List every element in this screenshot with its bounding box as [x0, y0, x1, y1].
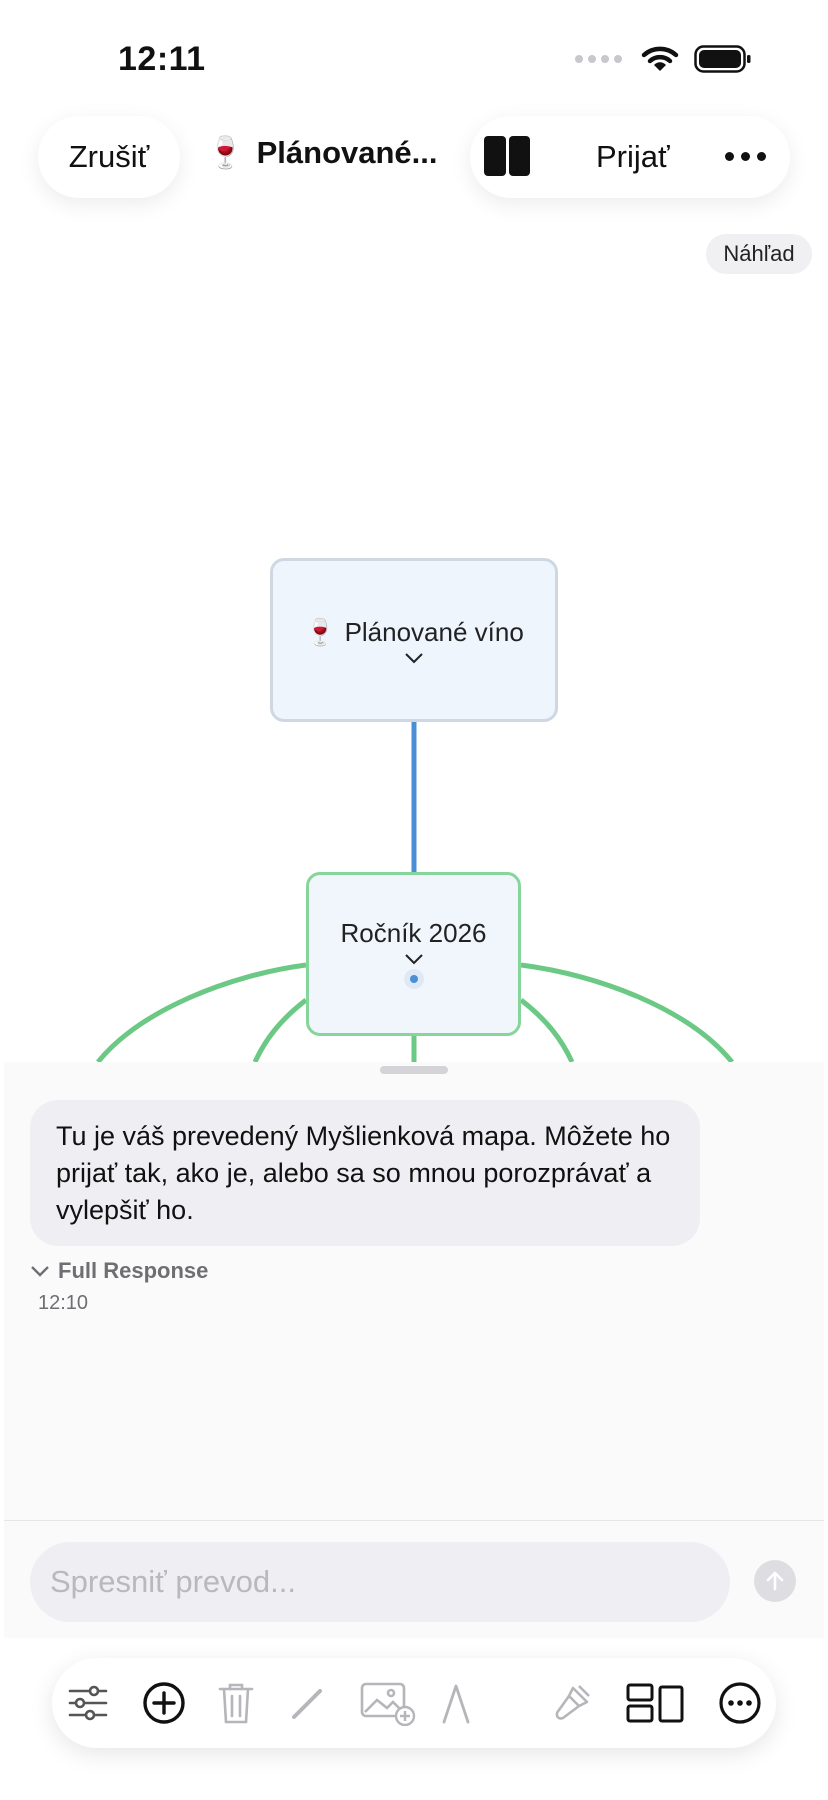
cellular-signal-icon [575, 55, 622, 63]
connection-dot-icon[interactable] [402, 967, 426, 991]
mindmap-node-child[interactable]: Ročník 2026 [306, 872, 521, 1036]
full-response-toggle[interactable]: Full Response [30, 1258, 208, 1284]
chevron-down-icon [31, 1266, 49, 1277]
more-options-icon[interactable] [725, 152, 766, 161]
text-style-icon[interactable] [430, 1678, 482, 1728]
status-time: 12:11 [118, 40, 206, 78]
chevron-down-icon[interactable] [404, 953, 424, 965]
layout-icon[interactable] [624, 1678, 688, 1728]
pencil-icon[interactable] [282, 1678, 334, 1728]
bottom-toolbar [52, 1658, 776, 1748]
document-title[interactable]: 🍷 Plánované... [206, 134, 438, 171]
sheet-grabber-handle[interactable] [380, 1066, 448, 1074]
root-node-label-row: 🍷 Plánované víno [304, 617, 524, 648]
mindmap-node-root[interactable]: 🍷 Plánované víno [270, 558, 558, 722]
sliders-icon[interactable] [62, 1678, 114, 1728]
chat-sheet: Tu je váš prevedený Myšlienková mapa. Mô… [4, 1062, 824, 1638]
trash-icon[interactable] [210, 1678, 262, 1728]
assistant-message-bubble: Tu je váš prevedený Myšlienková mapa. Mô… [30, 1100, 700, 1246]
wifi-icon [641, 46, 679, 71]
wine-glass-icon: 🍷 [206, 135, 245, 170]
accept-button[interactable]: Prijať [596, 116, 670, 198]
add-image-icon[interactable] [358, 1678, 418, 1728]
input-divider [4, 1520, 824, 1521]
add-circle-icon[interactable] [138, 1678, 190, 1728]
more-circle-icon[interactable] [714, 1678, 766, 1728]
wine-glass-icon: 🍷 [304, 616, 337, 647]
battery-icon [694, 45, 751, 73]
split-view-icon[interactable] [484, 136, 530, 176]
status-icons [575, 44, 752, 74]
full-response-label: Full Response [58, 1258, 209, 1283]
message-timestamp: 12:10 [38, 1292, 89, 1314]
send-button[interactable] [754, 1560, 796, 1602]
preview-badge[interactable]: Náhľad [706, 234, 812, 274]
header-actions-group: Prijať [470, 116, 790, 198]
refine-input[interactable] [30, 1542, 730, 1622]
cancel-button[interactable]: Zrušiť [38, 116, 180, 198]
chevron-down-icon[interactable] [404, 652, 424, 664]
child-node-label: Ročník 2026 [340, 917, 487, 948]
document-title-text: Plánované... [256, 134, 438, 170]
paint-brush-icon[interactable] [546, 1678, 598, 1728]
arrow-up-icon [766, 1571, 784, 1591]
root-node-label: Plánované víno [344, 616, 524, 647]
